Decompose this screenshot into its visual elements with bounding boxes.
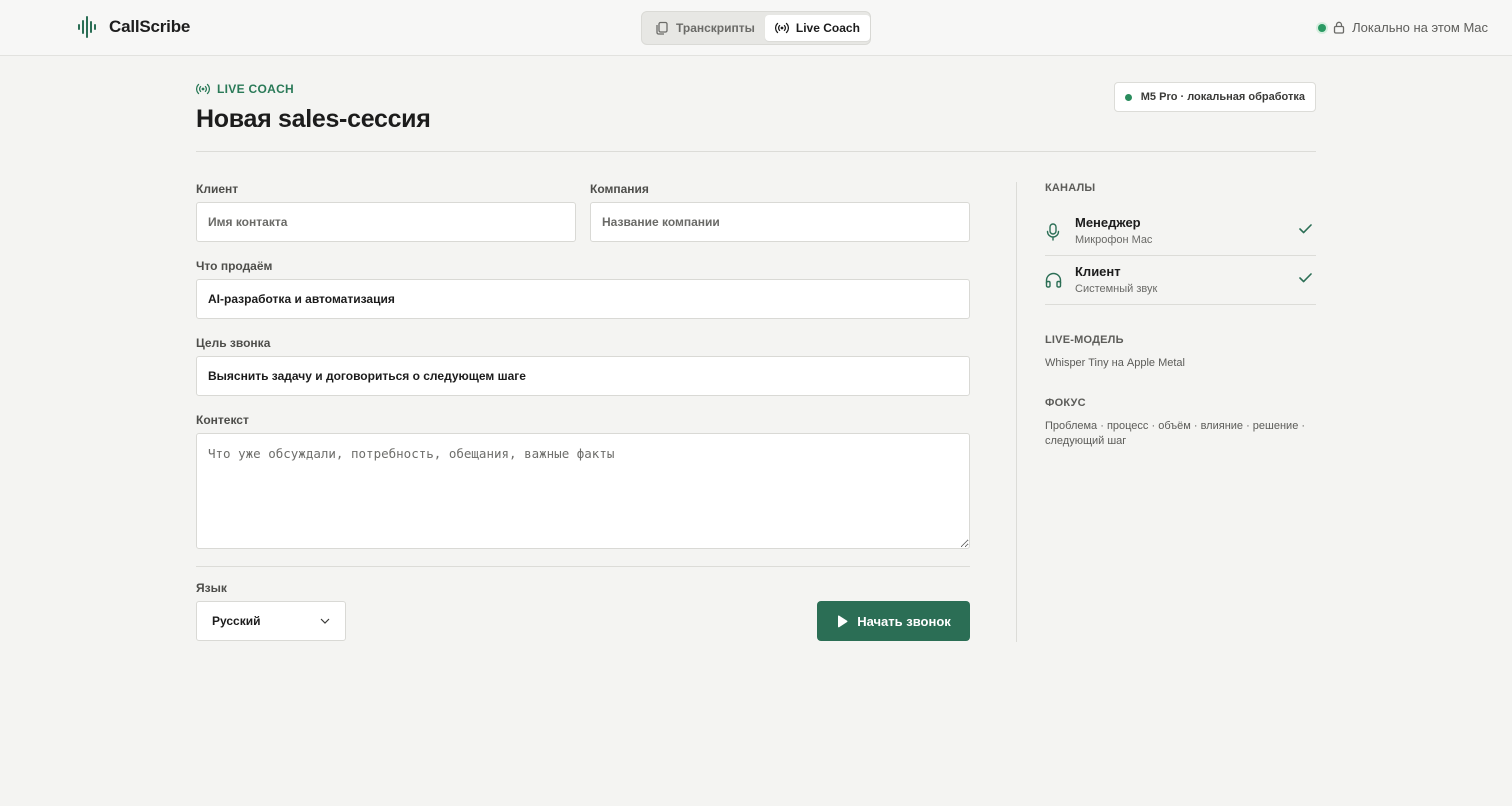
waveform-logo-icon (78, 16, 96, 38)
goal-label: Цель звонка (196, 336, 271, 350)
app-name: CallScribe (109, 17, 191, 36)
focus-value: Проблема · процесс · объём · влияние · р… (1045, 420, 1306, 447)
language-selected-value: Русский (212, 614, 261, 628)
copy-icon (656, 21, 668, 35)
focus-title: ФОКУС (1045, 397, 1086, 409)
client-input[interactable] (196, 202, 576, 242)
page-header: LIVE COACH Новая sales-сессия M5 Pro · л… (196, 82, 1316, 152)
tab-transcripts[interactable]: Транскрипты (645, 15, 765, 41)
context-label: Контекст (196, 413, 249, 427)
check-icon (1299, 224, 1312, 234)
status-dot (1318, 23, 1327, 32)
channel-manager-source: Микрофон Mac (1075, 234, 1153, 246)
context-textarea[interactable] (196, 433, 970, 549)
language-select[interactable]: Русский (196, 601, 346, 641)
session-sidebar: КАНАЛЫ Менеджер Микрофон Mac Клиент Сист… (1045, 182, 1316, 449)
product-label: Что продаём (196, 259, 273, 273)
microphone-icon (1046, 223, 1060, 241)
goal-input[interactable] (196, 356, 970, 396)
headphones-icon (1045, 272, 1062, 288)
view-switcher: Транскрипты Live Coach (641, 11, 871, 45)
company-label: Компания (590, 182, 649, 196)
channel-client-source: Системный звук (1075, 283, 1158, 295)
badge-dot (1124, 93, 1132, 101)
tab-live-coach-label: Live Coach (795, 21, 860, 35)
product-input[interactable] (196, 279, 970, 319)
channel-manager-name: Менеджер (1075, 215, 1141, 230)
model-title: LIVE-МОДЕЛЬ (1045, 334, 1124, 346)
check-icon (1299, 273, 1312, 283)
channel-client-name: Клиент (1075, 264, 1121, 279)
sidebar-divider (1016, 182, 1017, 642)
local-status-label: Локально на этом Mac (1352, 20, 1488, 35)
lock-icon (1333, 21, 1345, 34)
channels-title: КАНАЛЫ (1045, 182, 1096, 194)
language-label: Язык (196, 581, 227, 595)
tab-transcripts-label: Транскрипты (676, 21, 755, 35)
channel-client[interactable]: Клиент Системный звук (1045, 256, 1316, 305)
local-status: Локально на этом Mac (1318, 20, 1488, 35)
chevron-down-icon (320, 618, 330, 624)
play-icon (838, 614, 848, 627)
company-input[interactable] (590, 202, 970, 242)
processing-badge: M5 Pro · локальная обработка (1113, 82, 1316, 112)
broadcast-icon (196, 83, 210, 95)
client-label: Клиент (196, 182, 239, 196)
top-bar: CallScribe Транскрипты Live Coach Локаль… (0, 0, 1512, 56)
eyebrow-label: LIVE COACH (217, 82, 295, 96)
broadcast-icon (774, 22, 789, 34)
tab-live-coach[interactable]: Live Coach (764, 15, 870, 41)
channel-manager[interactable]: Менеджер Микрофон Mac (1045, 207, 1316, 256)
brand[interactable]: CallScribe (78, 16, 190, 38)
form-divider (196, 566, 970, 567)
start-call-button[interactable]: Начать звонок (817, 601, 970, 641)
start-call-label: Начать звонок (857, 613, 951, 629)
model-value: Whisper Tiny на Apple Metal (1045, 357, 1185, 369)
badge-label: M5 Pro · локальная обработка (1140, 91, 1305, 103)
